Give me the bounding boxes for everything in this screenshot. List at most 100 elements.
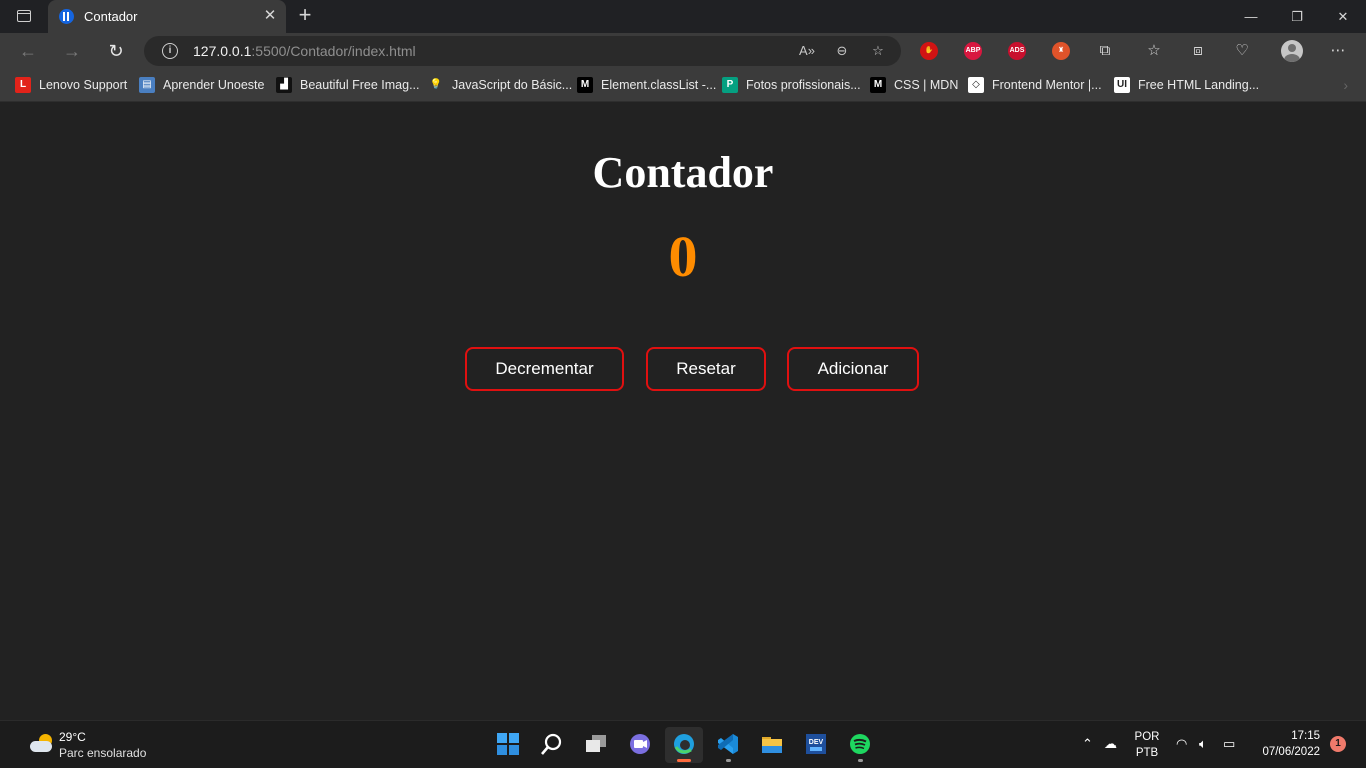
tab-contador[interactable]: Contador ✕ xyxy=(48,0,286,33)
volume-icon[interactable]: 🔈︎ xyxy=(1199,736,1207,752)
running-indicator xyxy=(858,759,863,762)
bookmark-item[interactable]: M CSS | MDN xyxy=(870,76,958,94)
tab-favicon-icon xyxy=(59,9,74,24)
bookmarks-overflow-icon[interactable]: › xyxy=(1343,77,1348,93)
refresh-button[interactable]: ↻ xyxy=(101,36,131,66)
edge-taskbar-button[interactable] xyxy=(665,727,703,763)
tab-title: Contador xyxy=(84,9,138,24)
block-extension[interactable]: ✋ xyxy=(920,42,938,60)
bookmark-label: Lenovo Support xyxy=(39,78,128,92)
back-button[interactable]: ← xyxy=(13,36,43,66)
clock-date[interactable]: 07/06/2022 xyxy=(1250,746,1320,758)
tab-actions-icon xyxy=(17,10,31,22)
edge-icon xyxy=(674,734,694,754)
language-line1[interactable]: POR xyxy=(1133,731,1161,743)
weather-icon[interactable] xyxy=(28,733,54,755)
language-line2[interactable]: PTB xyxy=(1133,747,1161,759)
bookmark-label: Frontend Mentor |... xyxy=(992,78,1102,92)
extensions-icon[interactable]: ⧉ xyxy=(1093,39,1117,63)
bookmark-favicon-icon: ◇ xyxy=(968,77,984,93)
active-indicator xyxy=(677,759,691,762)
notification-badge[interactable]: 1 xyxy=(1330,736,1346,752)
tab-strip: Contador ✕ + — ❐ ✕ xyxy=(0,0,1366,33)
spotify-icon xyxy=(850,734,870,754)
bookmark-label: Aprender Unoeste xyxy=(163,78,265,92)
task-view-button[interactable] xyxy=(577,727,615,763)
chevron-up-icon[interactable]: ⌃ xyxy=(1082,736,1093,752)
chat-icon xyxy=(630,734,650,754)
bookmark-label: Free HTML Landing... xyxy=(1138,78,1260,92)
wifi-icon[interactable]: ◠ xyxy=(1176,736,1187,752)
search-button[interactable] xyxy=(533,727,571,763)
taskbar: 29°C Parc ensolarado DEV ⌃ ☁ POR PTB ◠ 🔈… xyxy=(0,720,1366,768)
maximize-button[interactable]: ❐ xyxy=(1274,0,1320,33)
bookmark-item[interactable]: 💡 JavaScript do Básic... xyxy=(428,76,572,94)
bookmark-item[interactable]: ◇ Frontend Mentor |... xyxy=(968,76,1102,94)
increment-button[interactable]: Adicionar xyxy=(787,347,919,391)
vscode-taskbar-button[interactable] xyxy=(709,727,747,763)
ads-extension[interactable]: ADS xyxy=(1008,42,1026,60)
browser-essentials-icon[interactable]: ♡ xyxy=(1230,39,1254,63)
bookmark-favicon-icon: M xyxy=(577,77,593,93)
url-text[interactable]: 127.0.0.1:5500/Contador/index.html xyxy=(193,43,416,59)
weather-temp[interactable]: 29°C xyxy=(59,730,86,744)
battery-icon[interactable]: ▭ xyxy=(1223,736,1235,752)
bookmark-favicon-icon: UI xyxy=(1114,77,1130,93)
dev-icon: DEV xyxy=(806,734,826,754)
start-button[interactable] xyxy=(489,727,527,763)
new-tab-button[interactable]: + xyxy=(292,4,318,28)
onedrive-icon[interactable]: ☁ xyxy=(1104,736,1117,752)
browser-toolbar: ← → ↻ i 127.0.0.1:5500/Contador/index.ht… xyxy=(0,33,1366,69)
counter-value: 0 xyxy=(668,224,698,289)
site-info-icon[interactable]: i xyxy=(162,43,178,59)
vscode-icon xyxy=(718,734,738,754)
close-window-button[interactable]: ✕ xyxy=(1320,0,1366,33)
bookmark-item[interactable]: M Element.classList -... xyxy=(577,76,716,94)
minimize-button[interactable]: — xyxy=(1228,0,1274,33)
bookmark-item[interactable]: ▟ Beautiful Free Imag... xyxy=(276,76,420,94)
page-title: Contador xyxy=(592,148,774,197)
address-bar[interactable]: i 127.0.0.1:5500/Contador/index.html A» … xyxy=(144,36,901,66)
bookmark-label: CSS | MDN xyxy=(894,78,959,92)
bookmark-favicon-icon: M xyxy=(870,77,886,93)
search-icon xyxy=(541,733,562,755)
windows-icon xyxy=(497,733,519,755)
url-host: 127.0.0.1 xyxy=(193,43,252,59)
reset-button[interactable]: Resetar xyxy=(646,347,766,391)
svg-text:DEV: DEV xyxy=(809,739,824,746)
bookmark-favicon-icon: ▤ xyxy=(139,77,155,93)
clock-time[interactable]: 17:15 xyxy=(1256,730,1320,742)
bookmark-label: Fotos profissionais... xyxy=(746,78,861,92)
more-menu-icon[interactable]: ⋯ xyxy=(1326,39,1350,63)
page-content: Contador 0 Decrementar Resetar Adicionar xyxy=(0,103,1366,720)
tab-actions-menu[interactable] xyxy=(8,5,40,27)
favorites-icon[interactable]: ☆ xyxy=(1142,39,1166,63)
spotify-taskbar-button[interactable] xyxy=(841,727,879,763)
profile-avatar[interactable] xyxy=(1281,40,1303,62)
bookmark-item[interactable]: ▤ Aprender Unoeste xyxy=(139,76,264,94)
collections-icon[interactable]: ⧈ xyxy=(1186,39,1210,63)
bookmark-item[interactable]: UI Free HTML Landing... xyxy=(1114,76,1259,94)
bookmark-label: Element.classList -... xyxy=(601,78,717,92)
bookmark-favicon-icon: 💡 xyxy=(429,79,443,90)
devtools-taskbar-button[interactable]: DEV xyxy=(797,727,835,763)
bookmark-item[interactable]: P Fotos profissionais... xyxy=(722,76,861,94)
file-explorer-button[interactable] xyxy=(753,727,791,763)
teams-chat-button[interactable] xyxy=(621,727,659,763)
abp-extension[interactable]: ABP xyxy=(964,42,982,60)
decrement-button[interactable]: Decrementar xyxy=(465,347,624,391)
bookmarks-bar: L Lenovo Support ▤ Aprender Unoeste ▟ Beautif… xyxy=(0,69,1366,102)
task-view-icon xyxy=(586,735,606,752)
weather-desc[interactable]: Parc ensolarado xyxy=(59,746,146,760)
bookmark-extension[interactable]: ♜ xyxy=(1052,42,1070,60)
tab-close-icon[interactable]: ✕ xyxy=(262,7,278,25)
bookmark-label: Beautiful Free Imag... xyxy=(300,78,420,92)
forward-button[interactable]: → xyxy=(57,36,87,66)
add-favorite-icon[interactable]: ☆ xyxy=(868,41,888,61)
bookmark-favicon-icon: P xyxy=(722,77,738,93)
read-aloud-icon[interactable]: A» xyxy=(797,41,817,61)
zoom-out-icon[interactable]: ⊖ xyxy=(832,41,852,61)
bookmark-favicon-icon: L xyxy=(15,77,31,93)
bookmark-item[interactable]: L Lenovo Support xyxy=(15,76,127,94)
url-path: :5500/Contador/index.html xyxy=(251,43,416,59)
